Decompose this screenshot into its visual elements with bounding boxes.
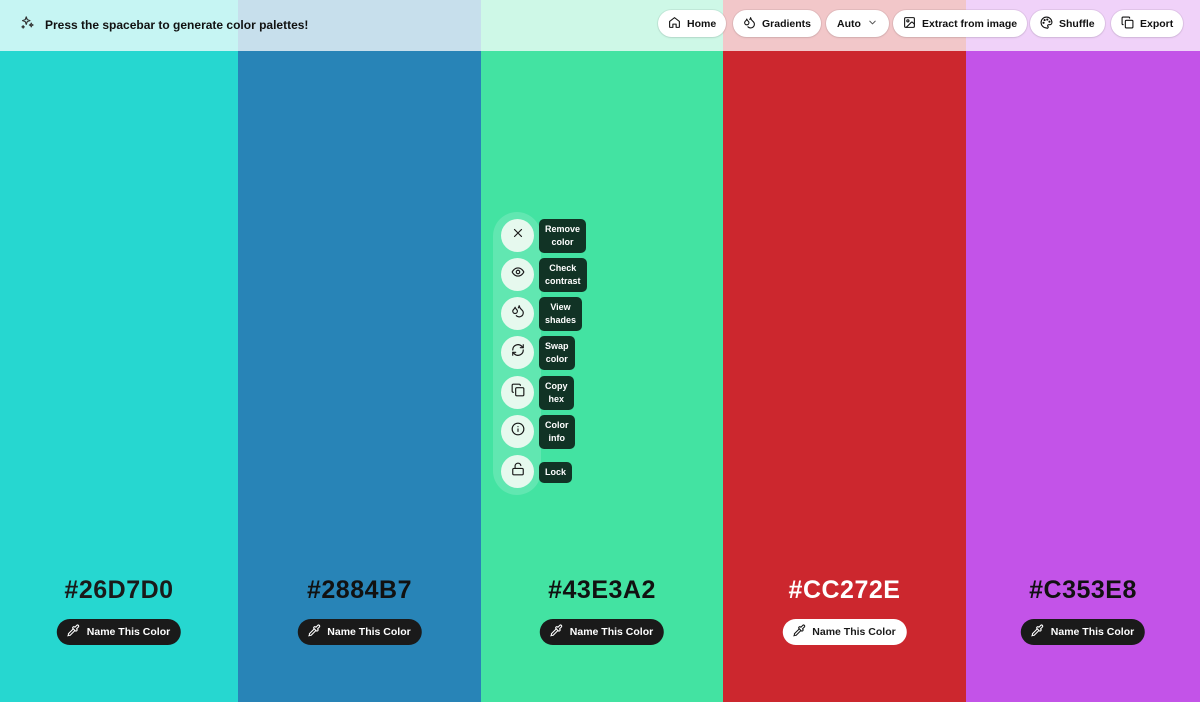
spacebar-hint: Press the spacebar to generate color pal…: [20, 15, 308, 35]
export-label: Export: [1140, 17, 1174, 30]
copy-icon: [1121, 16, 1134, 32]
close-icon: [511, 226, 525, 245]
eyedropper-icon: [67, 624, 80, 640]
check-contrast-tooltip: Check contrast: [539, 258, 587, 292]
swap-color-button[interactable]: [501, 336, 534, 369]
extract-label: Extract from image: [922, 17, 1018, 30]
home-label: Home: [687, 17, 717, 30]
palette-icon: [1040, 16, 1053, 32]
eye-icon: [511, 265, 525, 284]
name-this-color-label: Name This Color: [1050, 626, 1135, 638]
view-shades-tooltip: View shades: [539, 297, 583, 331]
lock-button[interactable]: [501, 455, 534, 488]
hex-code[interactable]: #26D7D0: [0, 576, 238, 605]
mode-label: Auto: [837, 17, 861, 30]
chevron-down-icon: [867, 17, 878, 31]
color-info-button[interactable]: [501, 415, 534, 448]
hex-code[interactable]: #CC272E: [723, 576, 966, 605]
extract-from-image-button[interactable]: Extract from image: [893, 10, 1028, 37]
name-this-color-label: Name This Color: [86, 626, 171, 638]
palette-columns: #26D7D0 Name This Color #2884B7 Name Thi…: [0, 0, 1200, 702]
shuffle-label: Shuffle: [1059, 17, 1095, 30]
color-column-1[interactable]: #26D7D0 Name This Color: [0, 0, 238, 702]
color-column-5[interactable]: #C353E8 Name This Color: [966, 0, 1200, 702]
name-this-color-button[interactable]: Name This Color: [1020, 619, 1146, 645]
eyedropper-icon: [307, 624, 320, 640]
color-info-tooltip: Color info: [539, 415, 575, 449]
gradients-button[interactable]: Gradients: [733, 10, 822, 37]
copy-hex-button[interactable]: [501, 376, 534, 409]
copy-hex-tooltip: Copy hex: [539, 376, 574, 410]
view-shades-button[interactable]: [501, 297, 534, 330]
name-this-color-button[interactable]: Name This Color: [56, 619, 182, 645]
unlock-icon: [511, 462, 525, 481]
sparkles-icon: [20, 15, 35, 35]
image-icon: [903, 16, 916, 32]
home-button[interactable]: Home: [658, 10, 727, 37]
remove-color-tooltip: Remove color: [539, 219, 587, 253]
hint-text: Press the spacebar to generate color pal…: [45, 18, 309, 32]
name-this-color-label: Name This Color: [569, 626, 654, 638]
name-this-color-label: Name This Color: [812, 626, 896, 638]
copy-icon: [511, 383, 525, 402]
gradients-label: Gradients: [762, 17, 812, 30]
color-column-4[interactable]: #CC272E Name This Color: [723, 0, 966, 702]
name-this-color-button[interactable]: Name This Color: [539, 619, 665, 645]
hex-code[interactable]: #C353E8: [966, 576, 1200, 605]
name-this-color-button[interactable]: Name This Color: [782, 619, 907, 645]
export-button[interactable]: Export: [1111, 10, 1184, 37]
swap-color-tooltip: Swap color: [539, 336, 575, 370]
remove-color-button[interactable]: [501, 219, 534, 252]
hex-code[interactable]: #43E3A2: [481, 576, 723, 605]
eyedropper-icon: [550, 624, 563, 640]
shuffle-button[interactable]: Shuffle: [1030, 10, 1105, 37]
name-this-color-label: Name This Color: [327, 626, 411, 638]
info-icon: [511, 422, 525, 441]
eyedropper-icon: [1031, 624, 1044, 640]
swap-icon: [511, 343, 525, 362]
check-contrast-button[interactable]: [501, 258, 534, 291]
name-this-color-button[interactable]: Name This Color: [297, 619, 422, 645]
mode-dropdown[interactable]: Auto: [826, 10, 889, 37]
drops-icon: [743, 16, 756, 32]
top-bar: Press the spacebar to generate color pal…: [0, 0, 1200, 51]
home-icon: [668, 16, 681, 32]
hex-code[interactable]: #2884B7: [238, 576, 481, 605]
color-column-2[interactable]: #2884B7 Name This Color: [238, 0, 481, 702]
eyedropper-icon: [792, 624, 805, 640]
lock-tooltip: Lock: [539, 462, 573, 483]
drops-icon: [511, 304, 525, 323]
